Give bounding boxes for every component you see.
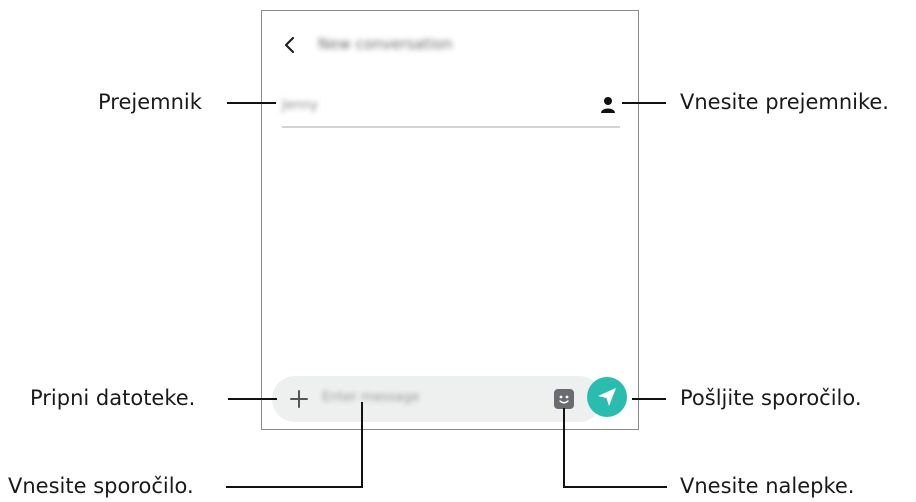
plus-icon[interactable] [289, 389, 309, 409]
callout-line-message-vertical [361, 402, 363, 488]
callout-line-sticker-horizontal [563, 486, 667, 488]
label-attach-files: Pripni datoteke. [30, 386, 196, 410]
callout-line-attach [228, 398, 277, 400]
callout-line-recipient [227, 102, 276, 104]
callout-line-contacts [622, 102, 666, 104]
callout-line-message-horizontal [226, 486, 363, 488]
send-icon [598, 388, 616, 406]
label-enter-recipients: Vnesite prejemnike. [680, 90, 889, 114]
phone-screen: New conversation Jenny Enter message [261, 10, 639, 430]
sticker-icon[interactable] [554, 389, 574, 409]
message-composer: Enter message [272, 376, 602, 422]
chevron-left-icon[interactable] [280, 35, 300, 55]
callout-line-sticker-vertical [563, 408, 565, 488]
label-enter-message: Vnesite sporočilo. [8, 474, 194, 498]
person-icon[interactable] [598, 95, 618, 115]
message-input[interactable]: Enter message [322, 390, 482, 405]
recipient-divider [282, 126, 620, 128]
label-recipient: Prejemnik [98, 90, 202, 114]
send-button[interactable] [587, 377, 627, 417]
label-send-message: Pošljite sporočilo. [680, 386, 862, 410]
label-enter-stickers: Vnesite nalepke. [680, 474, 855, 498]
page-title: New conversation [318, 35, 453, 53]
callout-line-send [632, 398, 666, 400]
recipient-field[interactable]: Jenny [282, 98, 318, 113]
